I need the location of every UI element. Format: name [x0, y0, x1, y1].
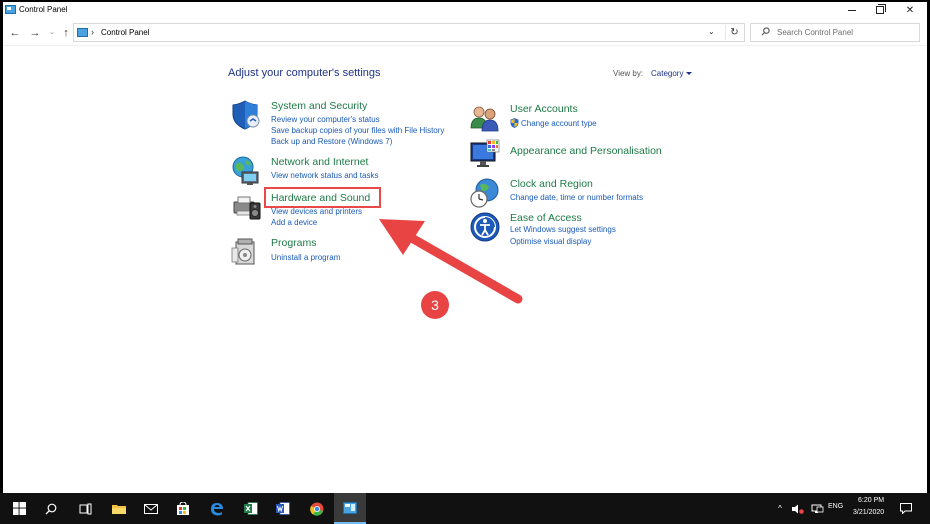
task-view-icon: [79, 503, 91, 514]
link-network-status[interactable]: View network status and tasks: [271, 171, 378, 180]
shield-icon: [232, 100, 260, 130]
arrow-right-icon: →: [29, 27, 41, 39]
refresh-button[interactable]: ↻: [725, 25, 743, 40]
search-icon: [761, 27, 770, 38]
link-change-date-time[interactable]: Change date, time or number formats: [510, 193, 643, 202]
refresh-icon: ↻: [730, 27, 739, 38]
language-indicator[interactable]: ENG: [828, 503, 843, 510]
breadcrumb-control-panel[interactable]: Control Panel: [101, 28, 149, 37]
forward-button[interactable]: →: [28, 26, 42, 40]
view-by-dropdown[interactable]: Category: [651, 69, 692, 78]
users-icon: [470, 106, 499, 132]
start-icon: [12, 502, 26, 515]
title-bar: Control Panel ✕: [3, 2, 927, 18]
back-button[interactable]: ←: [8, 26, 22, 40]
category-title-user-accounts[interactable]: User Accounts: [510, 103, 578, 115]
breadcrumb-chevron-icon[interactable]: ›: [91, 27, 94, 37]
page-title: Adjust your computer's settings: [228, 67, 381, 79]
globe-network-icon: [232, 156, 259, 185]
link-file-history[interactable]: Save backup copies of your files with Fi…: [271, 126, 444, 135]
word-button[interactable]: [270, 493, 296, 524]
restore-button[interactable]: [865, 2, 895, 18]
arrow-left-icon: ←: [9, 27, 21, 39]
link-backup-restore[interactable]: Back up and Restore (Windows 7): [271, 137, 392, 146]
mail-button[interactable]: [138, 493, 164, 524]
control-panel-icon: [5, 5, 16, 14]
restore-icon: [876, 4, 886, 14]
task-view-button[interactable]: [72, 493, 98, 524]
recent-locations-button[interactable]: ⌄: [45, 26, 59, 40]
volume-muted-icon: [792, 504, 804, 514]
mail-icon: [144, 503, 158, 514]
volume-button[interactable]: [791, 493, 805, 524]
clock-globe-icon: [470, 178, 499, 208]
category-title-programs[interactable]: Programs: [271, 237, 317, 249]
file-explorer-icon: [112, 504, 126, 514]
link-review-status[interactable]: Review your computer's status: [271, 115, 380, 124]
control-panel-window: Control Panel ✕ ← → ⌄ ↑ › Control Panel …: [3, 2, 927, 493]
programs-icon: [231, 238, 255, 265]
excel-button[interactable]: [238, 493, 264, 524]
edge-icon: [211, 502, 223, 515]
view-by-label: View by:: [613, 69, 644, 78]
search-icon: [45, 503, 57, 514]
link-uninstall-program[interactable]: Uninstall a program: [271, 253, 340, 262]
search-box[interactable]: [750, 23, 920, 42]
store-button[interactable]: [170, 493, 196, 524]
control-panel-taskbar-button[interactable]: [334, 493, 366, 524]
clock-time[interactable]: 6:20 PM: [858, 497, 884, 504]
arrow-up-icon: ↑: [63, 27, 69, 39]
close-icon: ✕: [905, 4, 915, 16]
network-button[interactable]: [810, 493, 824, 524]
file-explorer-button[interactable]: [106, 493, 132, 524]
control-panel-icon: [343, 501, 357, 514]
link-change-account-type[interactable]: Change account type: [521, 119, 597, 128]
taskbar: ^ ENG 6:20 PM 3/21/2020: [0, 493, 930, 524]
excel-icon: [244, 502, 258, 515]
address-bar[interactable]: › Control Panel ⌄ ↻: [73, 23, 745, 42]
window-title: Control Panel: [19, 5, 68, 14]
chrome-icon: [310, 502, 324, 516]
main-content: Adjust your computer's settings View by:…: [3, 47, 927, 493]
highlight-box: [264, 187, 381, 208]
chevron-up-icon: ^: [778, 504, 782, 513]
start-button[interactable]: [7, 493, 31, 524]
category-title-appearance-personalisation[interactable]: Appearance and Personalisation: [510, 145, 662, 157]
uac-shield-icon: [510, 118, 519, 128]
close-button[interactable]: ✕: [895, 2, 925, 18]
action-center-button[interactable]: [896, 493, 916, 524]
search-input[interactable]: [777, 26, 917, 39]
taskbar-search-button[interactable]: [38, 493, 64, 524]
annotation-arrow-icon: [379, 219, 523, 304]
show-hidden-icons-button[interactable]: ^: [774, 493, 786, 524]
chevron-down-icon: ⌄: [49, 29, 55, 36]
notification-icon: [900, 503, 912, 514]
minimize-button[interactable]: [837, 2, 867, 18]
monitor-palette-icon: [470, 139, 500, 167]
control-panel-icon: [77, 28, 88, 37]
navigation-bar: ← → ⌄ ↑ › Control Panel ⌄ ↻: [3, 18, 927, 46]
category-title-clock-region[interactable]: Clock and Region: [510, 178, 593, 190]
link-devices-printers[interactable]: View devices and printers: [271, 207, 362, 216]
category-title-network-internet[interactable]: Network and Internet: [271, 156, 368, 168]
step-number-badge: 3: [421, 291, 449, 319]
up-button[interactable]: ↑: [59, 26, 73, 40]
chrome-button[interactable]: [304, 493, 330, 524]
category-title-system-security[interactable]: System and Security: [271, 100, 367, 112]
clock-date[interactable]: 3/21/2020: [853, 509, 884, 516]
edge-button[interactable]: [204, 493, 230, 524]
link-add-device[interactable]: Add a device: [271, 218, 317, 227]
network-icon: [811, 504, 823, 513]
word-icon: [276, 502, 290, 515]
store-icon: [177, 502, 189, 515]
address-dropdown-icon[interactable]: ⌄: [708, 27, 715, 36]
minimize-icon: [848, 9, 856, 11]
printer-speaker-icon: [233, 196, 261, 220]
